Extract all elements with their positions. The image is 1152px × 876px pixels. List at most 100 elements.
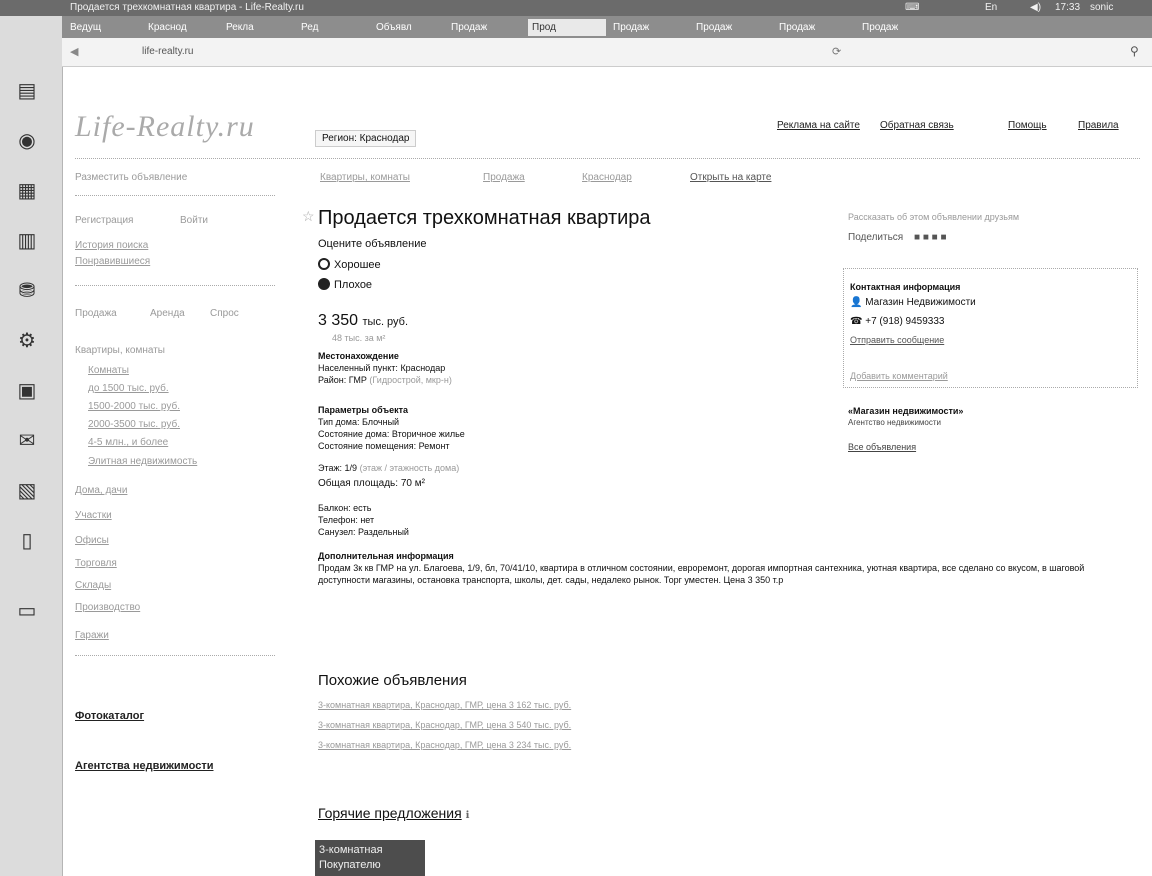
reload-icon[interactable]: ⟳ (832, 45, 841, 58)
keyboard-icon[interactable]: ⌨ (905, 2, 919, 13)
city-label: Населенный пункт: (318, 363, 398, 373)
browser-tab[interactable]: Продаж (609, 19, 689, 36)
user-menu[interactable]: sonic (1090, 2, 1113, 13)
params-header: Параметры объекта (318, 405, 409, 415)
similar-item[interactable]: 3-комнатная квартира, Краснодар, ГМР, це… (318, 740, 571, 750)
search-icon[interactable]: ⚲ (1130, 44, 1139, 58)
hot-offers-header[interactable]: Горячие предложения ℹ (318, 805, 469, 821)
favorites-link[interactable]: Понравившиеся (75, 256, 150, 267)
person-icon: 👤 (850, 297, 863, 308)
twitter-share-icon[interactable]: ■ (923, 232, 929, 243)
login-link[interactable]: Войти (180, 215, 208, 226)
info-icon[interactable]: ℹ (466, 810, 470, 821)
sidebar-item-price-2[interactable]: 1500-2000 тыс. руб. (88, 401, 180, 412)
browser-icon[interactable]: ◉ (12, 126, 42, 154)
terminal-icon[interactable]: ▣ (12, 376, 42, 404)
sidebar-item-garages[interactable]: Гаражи (75, 630, 109, 641)
sidebar-item-price-3[interactable]: 2000-3500 тыс. руб. (88, 419, 180, 430)
region-select[interactable]: Регион: Краснодар (315, 130, 417, 147)
vk-share-icon[interactable]: ■ (914, 232, 920, 243)
browser-tab[interactable]: Краснод (144, 19, 219, 36)
browser-tab[interactable]: Рекла (222, 19, 294, 36)
sidebar-item-offices[interactable]: Офисы (75, 535, 109, 546)
browser-tab-active[interactable]: Прод (528, 19, 606, 36)
floor-row: Этаж: 1/9 (этаж / этажность дома) (318, 462, 459, 474)
tab-sale[interactable]: Продажа (75, 308, 117, 319)
photo-catalog-link[interactable]: Фотокаталог (75, 710, 144, 722)
help-link[interactable]: Помощь (1008, 120, 1047, 131)
agencies-link[interactable]: Агентства недвижимости (75, 760, 214, 772)
tab-demand[interactable]: Спрос (210, 308, 239, 319)
settings-icon[interactable]: ⚙ (12, 326, 42, 354)
browser-tab[interactable]: Продаж (692, 19, 772, 36)
volume-icon[interactable]: ◀) (1030, 2, 1041, 13)
open-map-link[interactable]: Открыть на карте (690, 172, 771, 183)
radio-bad-icon[interactable] (318, 278, 330, 290)
sidebar-item-retail[interactable]: Торговля (75, 558, 117, 569)
star-icon[interactable]: ☆ (302, 208, 315, 225)
radio-good-icon[interactable] (318, 258, 330, 270)
browser-tab[interactable]: Продаж (858, 19, 938, 36)
search-history-link[interactable]: История поиска (75, 240, 148, 251)
home-folder-icon[interactable]: ▤ (12, 76, 42, 104)
hot-offers-title[interactable]: Горячие предложения (318, 805, 462, 821)
browser-tab[interactable]: Продаж (775, 19, 855, 36)
post-ad-link[interactable]: Разместить объявление (75, 172, 187, 183)
image-viewer-icon[interactable]: ▧ (12, 476, 42, 504)
price-per-m2: 48 тыс. за м² (332, 333, 386, 343)
all-ads-link[interactable]: Все объявления (848, 442, 916, 452)
sidebar-item-land[interactable]: Участки (75, 510, 112, 521)
clock[interactable]: 17:33 (1055, 2, 1080, 13)
agency-title: «Магазин недвижимости» (848, 406, 964, 416)
param-house-type: Тип дома: Блочный (318, 417, 400, 427)
tab-rent[interactable]: Аренда (150, 308, 185, 319)
info-text: Продам 3к кв ГМР на ул. Благоева, 1/9, б… (318, 563, 1085, 585)
area-label: Общая площадь: (318, 478, 399, 489)
send-message-link[interactable]: Отправить сообщение (850, 335, 944, 345)
site-logo[interactable]: Life-Realty.ru (75, 110, 255, 144)
sidebar-item-rooms[interactable]: Комнаты (88, 365, 129, 376)
category-header[interactable]: Квартиры, комнаты (75, 345, 165, 356)
share-heading: Рассказать об этом объявлении друзьям (848, 212, 1020, 222)
browser-tab[interactable]: Ред (297, 19, 369, 36)
document-icon[interactable]: ▯ (12, 526, 42, 554)
breadcrumb-city[interactable]: Краснодар (582, 172, 632, 183)
sidebar-item-warehouses[interactable]: Склады (75, 580, 111, 591)
messenger-icon[interactable]: ✉ (12, 426, 42, 454)
similar-item[interactable]: 3-комнатная квартира, Краснодар, ГМР, це… (318, 700, 571, 710)
breadcrumb-sale[interactable]: Продажа (483, 172, 525, 183)
sidebar-item-elite[interactable]: Элитная недвижимость (88, 456, 197, 467)
feedback-link[interactable]: Обратная связь (880, 120, 954, 131)
breadcrumb-category[interactable]: Квартиры, комнаты (320, 172, 410, 183)
back-icon[interactable]: ◀ (70, 45, 78, 58)
advertise-link[interactable]: Реклама на сайте (777, 120, 860, 131)
sidebar-item-houses[interactable]: Дома, дачи (75, 485, 127, 496)
workspace-icon[interactable]: ▭ (12, 596, 42, 624)
similar-item[interactable]: 3-комнатная квартира, Краснодар, ГМР, це… (318, 720, 571, 730)
software-center-icon[interactable]: ⛃ (12, 276, 42, 304)
rate-good-option[interactable]: Хорошее (318, 258, 381, 271)
sidebar-item-price-4[interactable]: 4-5 млн., и более (88, 437, 168, 448)
browser-tab[interactable]: Объявл (372, 19, 444, 36)
register-link[interactable]: Регистрация (75, 215, 133, 226)
sidebar-item-price-1[interactable]: до 1500 тыс. руб. (88, 383, 169, 394)
sidebar-item-production[interactable]: Производство (75, 602, 140, 613)
url-field[interactable]: life-realty.ru (142, 46, 194, 57)
rate-bad-option[interactable]: Плохое (318, 278, 372, 291)
browser-tab[interactable]: Ведущ (66, 19, 141, 36)
office-calc-icon[interactable]: ▥ (12, 226, 42, 254)
language-indicator[interactable]: En (985, 2, 997, 13)
office-writer-icon[interactable]: ▦ (12, 176, 42, 204)
contact-phone-row: ☎ +7 (918) 9459333 (850, 316, 944, 327)
odnoklassniki-share-icon[interactable]: ■ (941, 232, 947, 243)
browser-tab[interactable]: Продаж (447, 19, 525, 36)
contact-phone: +7 (918) 9459333 (865, 316, 945, 327)
hot-offer-card[interactable]: 3-комнатная Покупателю (315, 840, 425, 876)
rules-link[interactable]: Правила (1078, 120, 1119, 131)
price-unit: тыс. руб. (362, 316, 409, 328)
similar-header: Похожие объявления (318, 672, 467, 689)
add-comment-link[interactable]: Добавить комментарий (850, 371, 948, 381)
facebook-share-icon[interactable]: ■ (932, 232, 938, 243)
sidebar-divider (75, 655, 275, 656)
info-header: Дополнительная информация (318, 551, 454, 561)
